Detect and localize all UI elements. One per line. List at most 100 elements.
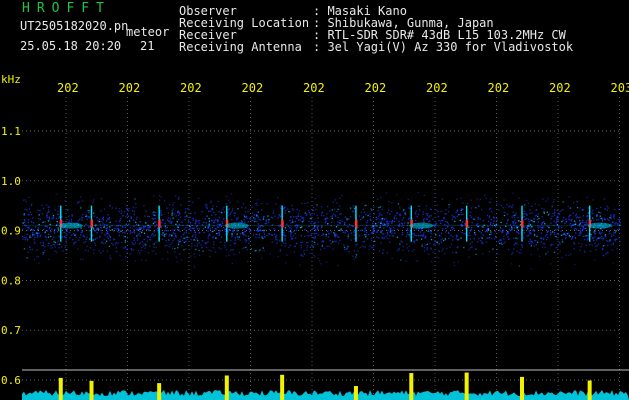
noise-dot bbox=[135, 203, 137, 205]
noise-dot bbox=[449, 246, 451, 248]
noise-dot bbox=[290, 228, 292, 230]
noise-dot bbox=[425, 218, 427, 220]
noise-dot bbox=[554, 214, 556, 216]
noise-dot bbox=[545, 239, 548, 241]
noise-dot bbox=[401, 219, 404, 221]
noise-dot bbox=[552, 243, 554, 246]
noise-dot bbox=[518, 197, 520, 199]
noise-dot bbox=[295, 242, 298, 244]
noise-dot bbox=[386, 223, 388, 225]
noise-dot bbox=[582, 215, 584, 217]
noise-dot bbox=[234, 215, 236, 217]
noise-dot bbox=[400, 259, 402, 261]
time-tick-label: 202 bbox=[242, 81, 264, 95]
noise-dot bbox=[176, 229, 179, 231]
noise-dot bbox=[268, 228, 270, 231]
noise-dot bbox=[330, 231, 333, 233]
noise-dot bbox=[426, 243, 428, 245]
noise-dot bbox=[407, 198, 409, 201]
noise-dot bbox=[499, 230, 501, 232]
noise-dot bbox=[331, 221, 333, 223]
noise-dot bbox=[506, 222, 508, 225]
noise-dot bbox=[468, 232, 471, 234]
noise-dot bbox=[174, 195, 177, 197]
noise-dot bbox=[586, 235, 588, 237]
noise-dot bbox=[172, 217, 174, 219]
noise-dot bbox=[208, 210, 210, 212]
noise-dot bbox=[592, 199, 594, 201]
noise-dot bbox=[155, 214, 157, 217]
noise-dot bbox=[39, 236, 41, 238]
noise-dot bbox=[537, 241, 539, 243]
noise-dot bbox=[62, 250, 64, 252]
noise-dot bbox=[590, 233, 592, 236]
noise-dot bbox=[617, 228, 619, 231]
noise-dot bbox=[243, 233, 245, 235]
noise-dot bbox=[407, 218, 410, 220]
noise-dot bbox=[511, 263, 513, 265]
noise-dot bbox=[333, 232, 335, 234]
noise-dot bbox=[315, 230, 317, 232]
noise-dot bbox=[266, 234, 268, 236]
noise-dot bbox=[65, 242, 68, 244]
noise-dot bbox=[234, 237, 236, 239]
noise-dot bbox=[40, 234, 42, 236]
noise-dot bbox=[201, 224, 204, 226]
noise-dot bbox=[289, 226, 291, 228]
noise-dot bbox=[28, 214, 30, 216]
noise-dot bbox=[512, 211, 514, 213]
noise-dot bbox=[455, 238, 457, 240]
noise-dot bbox=[619, 219, 621, 221]
noise-dot bbox=[170, 222, 173, 224]
noise-dot bbox=[490, 198, 492, 200]
noise-dot bbox=[526, 235, 528, 237]
noise-dot bbox=[336, 236, 339, 238]
noise-dot bbox=[149, 226, 151, 228]
noise-dot bbox=[352, 205, 354, 207]
noise-dot bbox=[97, 220, 99, 222]
noise-dot bbox=[257, 230, 259, 232]
noise-dot bbox=[139, 235, 141, 237]
noise-dot bbox=[207, 227, 209, 229]
noise-dot bbox=[549, 234, 552, 236]
noise-dot bbox=[413, 249, 415, 251]
amplitude-spike bbox=[89, 380, 94, 400]
noise-dot bbox=[139, 243, 141, 245]
noise-dot bbox=[562, 217, 565, 219]
noise-dot bbox=[172, 229, 174, 231]
noise-dot bbox=[92, 239, 94, 241]
noise-dot bbox=[560, 226, 563, 229]
noise-dot bbox=[320, 263, 322, 265]
noise-dot bbox=[335, 215, 337, 217]
noise-dot bbox=[138, 233, 141, 235]
noise-dot bbox=[54, 209, 56, 211]
noise-dot bbox=[304, 229, 306, 231]
noise-dot bbox=[437, 243, 440, 245]
noise-dot bbox=[616, 223, 619, 225]
noise-dot bbox=[178, 242, 180, 244]
noise-dot bbox=[106, 233, 108, 235]
noise-dot bbox=[470, 199, 472, 201]
noise-dot bbox=[460, 211, 463, 213]
noise-dot bbox=[337, 216, 339, 219]
noise-dot bbox=[73, 243, 75, 245]
noise-dot bbox=[528, 221, 530, 223]
noise-dot bbox=[93, 212, 95, 214]
noise-dot bbox=[274, 233, 276, 235]
noise-dot bbox=[100, 198, 102, 200]
noise-dot bbox=[513, 227, 516, 229]
noise-dot bbox=[58, 205, 60, 207]
noise-dot bbox=[436, 204, 438, 206]
noise-dot bbox=[120, 210, 123, 212]
noise-dot bbox=[139, 230, 141, 233]
noise-dot bbox=[470, 229, 472, 231]
noise-dot bbox=[434, 226, 436, 228]
noise-dot bbox=[535, 209, 537, 211]
noise-dot bbox=[252, 212, 254, 214]
noise-dot bbox=[42, 221, 44, 223]
noise-dot bbox=[597, 237, 600, 239]
noise-dot bbox=[402, 249, 404, 251]
noise-dot bbox=[530, 245, 532, 247]
y-tick-label: 1.0 bbox=[1, 175, 21, 188]
noise-dot bbox=[619, 222, 621, 224]
